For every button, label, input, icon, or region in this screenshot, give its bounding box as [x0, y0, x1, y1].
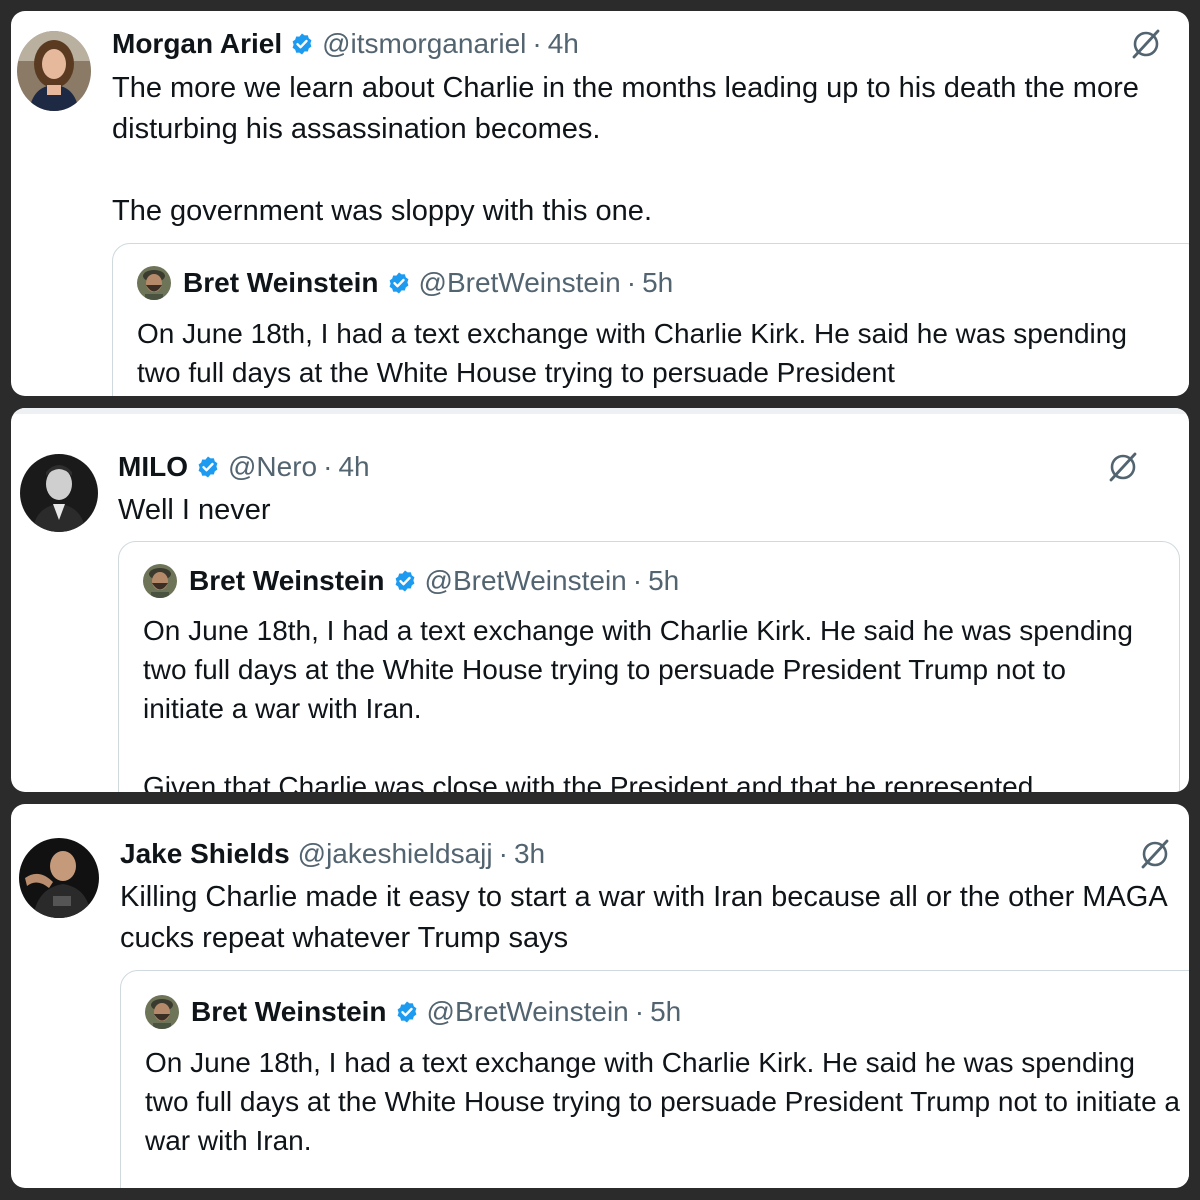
- post-time[interactable]: 4h: [338, 450, 369, 484]
- verified-badge-icon: [395, 1000, 419, 1024]
- separator-dot: ·: [323, 451, 333, 482]
- quoted-post-text: On June 18th, I had a text exchange with…: [137, 318, 1135, 388]
- post-text: The more we learn about Charlie in the m…: [112, 72, 1139, 227]
- quoted-post-time[interactable]: 5h: [650, 995, 681, 1029]
- quoted-post-header: Bret Weinstein @BretWeinstein · 5h: [137, 266, 673, 300]
- author-handle[interactable]: @jakeshieldsajj: [298, 837, 493, 871]
- post-header: MILO @Nero · 4h: [118, 450, 370, 484]
- quoted-post-header: Bret Weinstein @BretWeinstein · 5h: [143, 564, 679, 598]
- avatar[interactable]: [20, 454, 98, 532]
- verified-badge-icon: [393, 569, 417, 593]
- post-header: Jake Shields @jakeshieldsajj · 3h: [120, 837, 545, 871]
- bald-man-avatar-icon: [19, 838, 99, 918]
- quoted-post[interactable]: Bret Weinstein @BretWeinstein · 5h On Ju…: [118, 541, 1180, 792]
- quoted-post[interactable]: Bret Weinstein @BretWeinstein · 5h On Ju…: [120, 970, 1189, 1188]
- bearded-man-avatar-icon: [137, 266, 171, 300]
- quoted-post-header: Bret Weinstein @BretWeinstein · 5h: [145, 995, 681, 1029]
- author-name[interactable]: MILO: [118, 450, 188, 484]
- quoted-post-time[interactable]: 5h: [642, 266, 673, 300]
- grok-icon[interactable]: [1138, 837, 1172, 871]
- author-name[interactable]: Morgan Ariel: [112, 27, 282, 61]
- quoted-author-name[interactable]: Bret Weinstein: [189, 564, 385, 598]
- avatar[interactable]: [19, 838, 99, 918]
- quoted-author-name[interactable]: Bret Weinstein: [191, 995, 387, 1029]
- quoted-author-handle[interactable]: @BretWeinstein: [419, 266, 621, 300]
- separator-dot: ·: [634, 996, 645, 1027]
- post-text: Well I never: [118, 494, 271, 526]
- post-card-morgan-ariel[interactable]: Morgan Ariel @itsmorganariel · 4h The mo…: [11, 11, 1189, 396]
- avatar[interactable]: [145, 995, 179, 1029]
- post-time[interactable]: 4h: [548, 27, 579, 61]
- bearded-man-avatar-icon: [143, 564, 177, 598]
- post-time[interactable]: 3h: [514, 837, 545, 871]
- grok-icon[interactable]: [1106, 450, 1140, 484]
- grok-icon[interactable]: [1129, 27, 1163, 61]
- separator-dot: ·: [498, 838, 508, 869]
- man-in-suit-avatar-icon: [20, 454, 98, 532]
- post-card-jake-shields[interactable]: Jake Shields @jakeshieldsajj · 3h Killin…: [11, 804, 1189, 1188]
- author-handle[interactable]: @itsmorganariel: [322, 27, 526, 61]
- avatar[interactable]: [137, 266, 171, 300]
- bearded-man-avatar-icon: [145, 995, 179, 1029]
- verified-badge-icon: [387, 271, 411, 295]
- separator-dot: ·: [632, 565, 643, 596]
- author-name[interactable]: Jake Shields: [120, 837, 290, 871]
- post-header: Morgan Ariel @itsmorganariel · 4h: [112, 27, 579, 61]
- verified-badge-icon: [290, 32, 314, 56]
- post-card-milo[interactable]: MILO @Nero · 4h Well I never Bret Weinst…: [11, 408, 1189, 792]
- quoted-post-text: On June 18th, I had a text exchange with…: [143, 615, 1133, 792]
- quoted-author-handle[interactable]: @BretWeinstein: [427, 995, 629, 1029]
- quoted-post-time[interactable]: 5h: [648, 564, 679, 598]
- quoted-author-handle[interactable]: @BretWeinstein: [425, 564, 627, 598]
- quoted-post-text: On June 18th, I had a text exchange with…: [145, 1047, 1188, 1156]
- quoted-author-name[interactable]: Bret Weinstein: [183, 266, 379, 300]
- post-text: Killing Charlie made it easy to start a …: [120, 881, 1175, 954]
- author-handle[interactable]: @Nero: [228, 450, 317, 484]
- verified-badge-icon: [196, 455, 220, 479]
- separator-dot: ·: [626, 267, 637, 298]
- action-bar-remnant: [11, 408, 1189, 414]
- avatar[interactable]: [143, 564, 177, 598]
- woman-avatar-icon: [17, 31, 91, 111]
- avatar[interactable]: [17, 31, 91, 111]
- separator-dot: ·: [532, 28, 542, 59]
- quoted-post[interactable]: Bret Weinstein @BretWeinstein · 5h On Ju…: [112, 243, 1189, 396]
